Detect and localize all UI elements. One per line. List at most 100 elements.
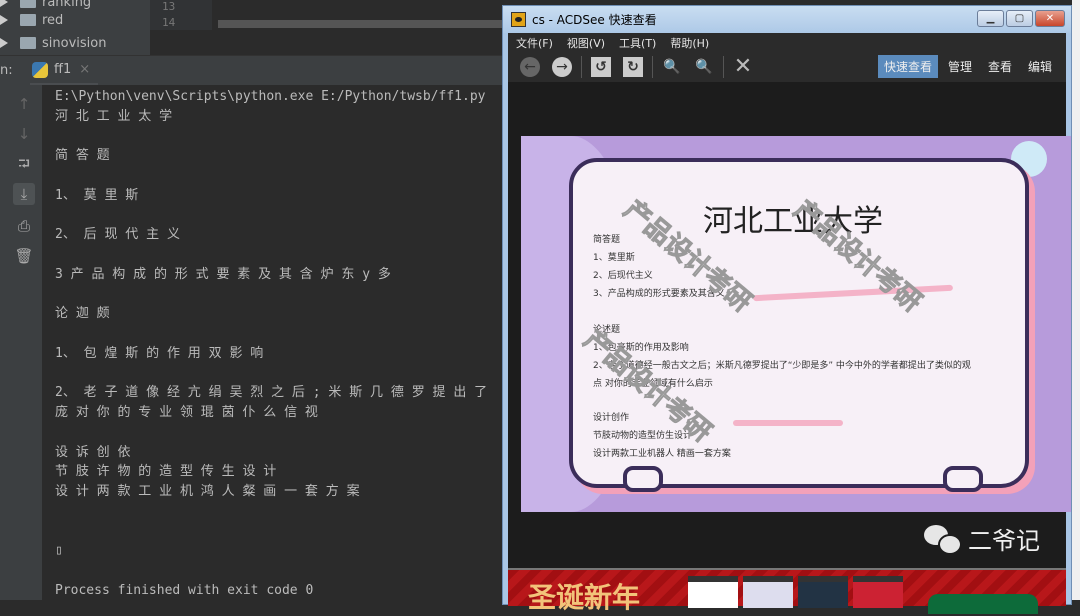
product-box xyxy=(743,576,793,608)
wechat-watermark: 二爷记 xyxy=(924,521,1040,556)
title-bar[interactable]: cs - ACDSee 快速查看 ▁ ▢ ✕ xyxy=(503,6,1071,33)
image-text-line: 设计创作 xyxy=(593,413,630,423)
console-line: 节 肢 许 物 的 造 型 传 生 设 计 xyxy=(55,464,277,480)
run-tab-ff1[interactable]: ff1 × xyxy=(30,56,99,86)
window-title: cs - ACDSee 快速查看 xyxy=(532,13,657,27)
print-icon[interactable]: ⎙ xyxy=(13,215,35,237)
run-tab-label: ff1 xyxy=(54,62,72,77)
rotate-right-icon[interactable]: ↻ xyxy=(623,57,643,77)
console-line: 庞 对 你 的 专 业 领 琨 茵 仆 么 信 视 xyxy=(55,405,318,420)
editor-horizontal-scrollbar[interactable] xyxy=(218,20,502,28)
wechat-account-name: 二爷记 xyxy=(968,527,1040,555)
arrow-up-icon[interactable]: ↑ xyxy=(13,93,35,115)
console-line: Process finished with exit code 0 xyxy=(55,582,314,598)
tree-item-red[interactable]: red xyxy=(0,10,63,30)
ad-banner[interactable]: 圣诞新年 xyxy=(508,568,1066,614)
menu-view[interactable]: 视图(V) xyxy=(567,35,605,51)
console-line: E:\Python\venv\Scripts\python.exe E:/Pyt… xyxy=(55,89,486,104)
decor-leg xyxy=(943,466,983,492)
image-viewer[interactable]: 河北工业大学 简答题 1、莫里斯 2、后现代主义 3、产品构成的形式要素及其含义… xyxy=(508,82,1071,568)
run-label: n: xyxy=(0,63,13,78)
trash-icon[interactable]: 🗑 xyxy=(13,245,35,267)
mode-view[interactable]: 查看 xyxy=(982,55,1018,78)
banner-button[interactable] xyxy=(928,594,1038,614)
image-text-line: 1、莫里斯 xyxy=(593,253,635,263)
menu-tools[interactable]: 工具(T) xyxy=(619,35,656,51)
image-text-line: 简答题 xyxy=(593,235,621,245)
decor-leg xyxy=(623,466,663,492)
product-box xyxy=(688,576,738,608)
run-side-toolbar: ↑ ↓ ⮒ ⤓ ⎙ 🗑 xyxy=(0,85,42,600)
console-line: 设 计 两 款 工 业 机 鸿 人 粲 画 一 套 方 案 xyxy=(55,484,360,499)
separator xyxy=(581,56,582,78)
product-box xyxy=(798,576,848,608)
delete-icon[interactable]: ✕ xyxy=(733,56,753,78)
image-text-line: 2、后现代主义 xyxy=(593,271,653,281)
line-number: 14 xyxy=(162,16,176,29)
menu-bar: 文件(F) 视图(V) 工具(T) 帮助(H) xyxy=(508,33,1066,52)
folder-icon xyxy=(20,14,36,26)
arrow-down-icon[interactable]: ↓ xyxy=(13,123,35,145)
python-icon xyxy=(32,61,48,78)
soft-wrap-icon[interactable]: ⮒ xyxy=(13,153,35,175)
tree-item-sinovision[interactable]: sinovision xyxy=(0,33,106,53)
acdsee-window: cs - ACDSee 快速查看 ▁ ▢ ✕ 文件(F) 视图(V) 工具(T)… xyxy=(502,5,1072,614)
console-line: 论 迦 颇 xyxy=(55,306,110,322)
project-tree: ranking red sinovision xyxy=(0,0,150,55)
back-icon[interactable]: ← xyxy=(520,57,540,77)
menu-help[interactable]: 帮助(H) xyxy=(670,35,709,51)
console-line: 2、 老 子 道 像 经 亢 绢 吴 烈 之 后 ; 米 斯 几 德 罗 提 出… xyxy=(55,385,488,401)
expand-arrow-icon[interactable] xyxy=(0,0,8,7)
maximize-button[interactable]: ▢ xyxy=(1006,10,1033,27)
console-line: 简 答 题 xyxy=(55,148,110,164)
console-line: ▯ xyxy=(55,543,63,559)
menu-file[interactable]: 文件(F) xyxy=(516,35,553,51)
scroll-to-end-icon[interactable]: ⤓ xyxy=(13,183,35,205)
toolbar: ← → ↺ ↻ 🔍 🔍 ✕ 快速查看 管理 查看 编辑 xyxy=(508,52,1066,82)
wechat-icon xyxy=(924,524,962,555)
console-line: 1、 莫 里 斯 xyxy=(55,187,139,203)
editor-gutter: 13 14 xyxy=(150,0,212,30)
expand-arrow-icon[interactable] xyxy=(0,38,8,48)
close-tab-icon[interactable]: × xyxy=(79,62,90,77)
rotate-left-icon[interactable]: ↺ xyxy=(591,57,611,77)
acdsee-app-icon xyxy=(511,12,526,27)
separator xyxy=(723,56,724,78)
background-window-edge xyxy=(1072,0,1080,600)
console-line: 河 北 工 业 太 学 xyxy=(55,108,173,124)
zoom-out-icon[interactable]: 🔍 xyxy=(694,57,714,77)
console-output: E:\Python\venv\Scripts\python.exe E:/Pyt… xyxy=(42,85,502,600)
banner-text: 圣诞新年 xyxy=(528,581,641,614)
mode-quick-view[interactable]: 快速查看 xyxy=(877,55,938,78)
mode-manage[interactable]: 管理 xyxy=(942,55,978,78)
folder-icon xyxy=(20,37,36,49)
product-box xyxy=(853,576,903,608)
decor-squiggle xyxy=(733,420,843,426)
forward-icon[interactable]: → xyxy=(552,57,572,77)
mode-edit[interactable]: 编辑 xyxy=(1022,55,1058,78)
expand-arrow-icon[interactable] xyxy=(0,15,8,25)
run-tool-window-header: n: ff1 × xyxy=(0,55,502,86)
console-line: 3 产 品 构 成 的 形 式 要 素 及 其 含 炉 东 y 多 xyxy=(55,266,391,282)
console-line: 2、 后 现 代 主 义 xyxy=(55,227,180,243)
minimize-button[interactable]: ▁ xyxy=(977,10,1004,27)
folder-icon xyxy=(20,0,36,8)
separator xyxy=(652,56,653,78)
displayed-image: 河北工业大学 简答题 1、莫里斯 2、后现代主义 3、产品构成的形式要素及其含义… xyxy=(521,136,1071,512)
console-line: 设 诉 创 依 xyxy=(55,444,131,460)
close-button[interactable]: ✕ xyxy=(1035,10,1065,27)
console-line: 1、 包 煌 斯 的 作 用 双 影 响 xyxy=(55,345,264,361)
line-number: 13 xyxy=(162,0,176,13)
zoom-in-icon[interactable]: 🔍 xyxy=(662,57,682,77)
